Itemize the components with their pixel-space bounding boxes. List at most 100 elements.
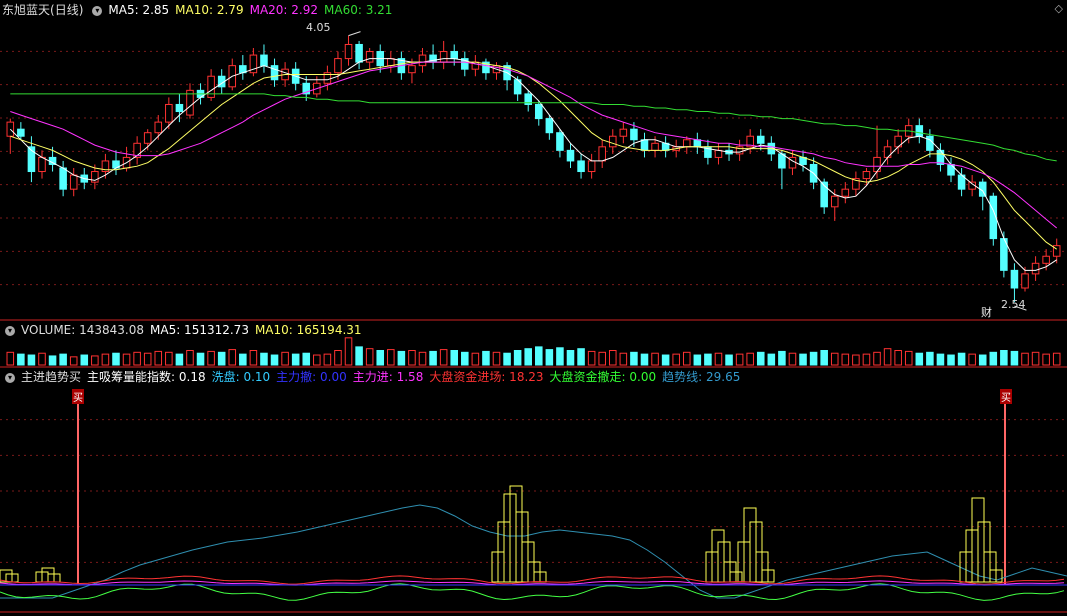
volume-bar: [450, 350, 459, 366]
volume-bar: [894, 350, 902, 366]
volume-bar: [1042, 353, 1050, 366]
volume-bar: [80, 354, 89, 366]
ma-line-ma10: [10, 61, 1057, 250]
candle-up: [608, 135, 617, 148]
volume-bar: [122, 353, 131, 366]
volume-bar: [735, 353, 744, 366]
volume-bar: [587, 350, 596, 366]
candle-down: [270, 65, 279, 81]
candle-up: [1021, 273, 1029, 289]
candle-up: [69, 174, 78, 190]
volume-bar: [260, 352, 268, 366]
candle-up: [439, 51, 448, 63]
candle-up: [598, 146, 606, 162]
candle-up: [682, 139, 691, 148]
volume-bar: [133, 351, 141, 366]
volume-bar: [651, 352, 659, 366]
volume-bar: [196, 352, 205, 366]
volume-bar: [767, 353, 776, 366]
volume-bar: [492, 351, 501, 366]
volume-bar: [482, 350, 490, 366]
candle-up: [418, 54, 427, 67]
ma-line-ma5: [9, 58, 1057, 271]
volume-bar: [69, 356, 78, 366]
volume-bar: [281, 351, 289, 366]
capital-out-line: [0, 583, 1065, 601]
volume-bar: [545, 349, 554, 366]
volume-bar: [661, 354, 670, 366]
volume-bar: [17, 353, 25, 366]
candle-up: [651, 142, 659, 151]
candle-down: [693, 139, 702, 148]
candle-up: [862, 171, 871, 180]
volume-bar: [830, 352, 839, 366]
volume-bar: [809, 351, 818, 366]
candle-down: [260, 54, 268, 67]
candle-up: [408, 65, 416, 74]
volume-bar: [873, 351, 881, 366]
volume-bar: [535, 346, 543, 366]
volume-bar: [418, 351, 427, 366]
candle-down: [17, 128, 25, 137]
volume-bar: [217, 351, 226, 366]
volume-bar: [397, 350, 406, 366]
volume-bar: [334, 350, 342, 366]
volume-bar: [387, 349, 395, 366]
candle-up: [587, 160, 596, 173]
volume-bar: [936, 353, 945, 366]
volume-bar: [778, 350, 786, 366]
candle-down: [947, 163, 955, 176]
volume-bar: [968, 353, 976, 366]
volume-bar: [376, 350, 385, 366]
volume-bar: [239, 353, 247, 366]
candle-down: [577, 160, 585, 173]
candle-up: [143, 132, 152, 144]
volume-bar: [270, 354, 279, 366]
volume-bar: [471, 352, 480, 366]
volume-bar: [302, 352, 311, 366]
volume-bar: [1021, 352, 1029, 366]
candle-up: [841, 188, 850, 197]
candle-up: [1031, 262, 1040, 275]
volume-bar: [915, 352, 924, 366]
volume-bar: [249, 350, 258, 366]
volume-bar: [143, 352, 152, 366]
candle-up: [714, 149, 723, 158]
volume-bar: [746, 352, 754, 366]
volume-bar: [503, 352, 511, 366]
candle-up: [334, 58, 342, 74]
volume-bar: [313, 354, 321, 366]
volume-bar: [989, 351, 998, 366]
kline-chart: [0, 31, 1067, 613]
volume-bar: [904, 350, 913, 366]
candle-up: [387, 58, 395, 67]
candle-down: [545, 118, 554, 134]
capital-in-line: [0, 575, 1065, 585]
volume-bar: [841, 353, 850, 366]
volume-bar: [429, 350, 437, 366]
candle-up: [1042, 255, 1050, 264]
volume-bar: [725, 354, 733, 366]
volume-bar: [6, 351, 15, 366]
volume-bar: [27, 354, 36, 366]
candle-down: [640, 139, 649, 151]
candle-up: [6, 121, 15, 137]
volume-bar: [38, 352, 46, 366]
volume-bar: [439, 349, 448, 366]
volume-bar: [101, 353, 110, 366]
volume-bar: [862, 353, 871, 366]
candle-down: [556, 132, 564, 151]
volume-bar: [630, 351, 638, 366]
volume-bar: [175, 353, 184, 366]
volume-bar: [608, 350, 617, 366]
candle-down: [175, 103, 184, 113]
volume-bar: [91, 355, 99, 366]
candle-up: [873, 156, 881, 173]
volume-bar: [112, 352, 120, 366]
candle-up: [38, 156, 46, 173]
volume-bar: [672, 353, 680, 366]
volume-bar: [566, 350, 575, 366]
candle-down: [915, 125, 924, 137]
volume-bar: [640, 353, 649, 366]
volume-bar: [461, 351, 469, 366]
